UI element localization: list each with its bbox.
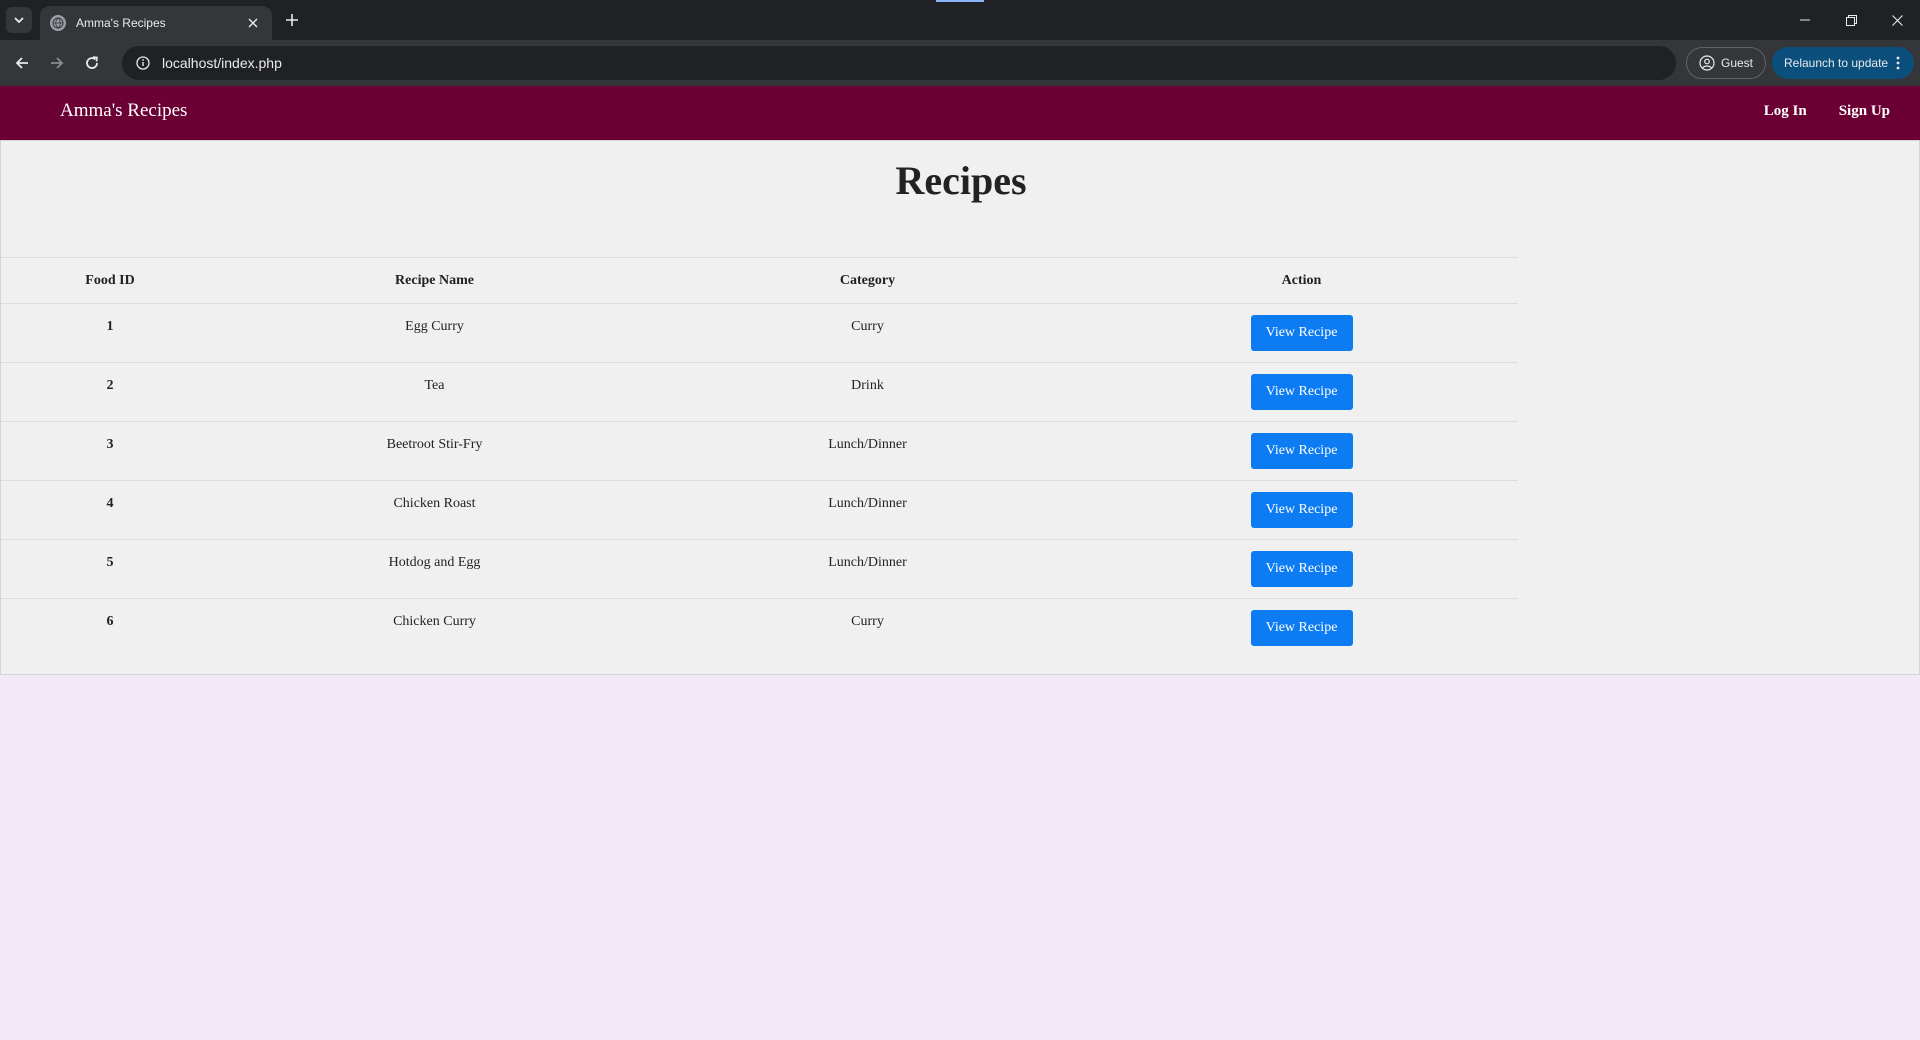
view-recipe-button[interactable]: View Recipe (1250, 374, 1353, 410)
category-cell: Lunch/Dinner (650, 539, 1085, 599)
plus-icon (286, 14, 298, 26)
view-recipe-button[interactable]: View Recipe (1250, 492, 1353, 528)
login-link[interactable]: Log In (1764, 103, 1807, 120)
tab-search-button[interactable] (6, 7, 32, 33)
globe-icon (50, 15, 66, 31)
address-bar[interactable]: localhost/index.php (122, 46, 1676, 80)
view-recipe-button[interactable]: View Recipe (1250, 610, 1353, 646)
table-row: 6 Chicken Curry Curry View Recipe (1, 598, 1518, 658)
action-cell: View Recipe (1085, 539, 1518, 599)
more-vert-icon (1896, 56, 1900, 70)
new-tab-button[interactable] (280, 8, 304, 32)
recipe-name-cell: Hotdog and Egg (219, 539, 650, 599)
relaunch-label: Relaunch to update (1784, 56, 1889, 70)
browser-toolbar: localhost/index.php Guest Relaunch to up… (0, 40, 1920, 86)
reload-button[interactable] (80, 51, 104, 75)
profile-icon (1699, 55, 1715, 71)
food-id-cell: 5 (1, 539, 219, 599)
table-row: 2 Tea Drink View Recipe (1, 362, 1518, 422)
action-cell: View Recipe (1085, 598, 1518, 658)
tab-title: Amma's Recipes (76, 16, 166, 30)
browser-tab-bar: Amma's Recipes (0, 0, 1920, 40)
close-icon (1891, 14, 1903, 26)
browser-tab[interactable]: Amma's Recipes (40, 6, 272, 40)
food-id-cell: 4 (1, 480, 219, 540)
restore-icon (1845, 14, 1857, 26)
category-cell: Curry (650, 303, 1085, 363)
content-card: Recipes Food ID Recipe Name Category Act… (0, 140, 1920, 675)
arrow-left-icon (15, 57, 28, 69)
action-cell: View Recipe (1085, 303, 1518, 363)
view-recipe-button[interactable]: View Recipe (1250, 551, 1353, 587)
forward-button[interactable] (45, 51, 69, 75)
category-cell: Drink (650, 362, 1085, 422)
page-title: Recipes (895, 158, 1027, 203)
table-row: 4 Chicken Roast Lunch/Dinner View Recipe (1, 480, 1518, 540)
recipe-name-cell: Egg Curry (219, 303, 650, 363)
signup-link[interactable]: Sign Up (1839, 103, 1890, 120)
url-text: localhost/index.php (162, 55, 282, 71)
back-button[interactable] (10, 51, 34, 75)
column-header: Food ID (1, 257, 219, 304)
category-cell: Lunch/Dinner (650, 480, 1085, 540)
action-cell: View Recipe (1085, 480, 1518, 540)
close-icon[interactable] (244, 14, 262, 32)
column-header: Recipe Name (219, 257, 650, 304)
recipe-name-cell: Chicken Roast (219, 480, 650, 540)
guest-label: Guest (1720, 56, 1753, 70)
drag-accent (936, 0, 984, 2)
table-row: 5 Hotdog and Egg Lunch/Dinner View Recip… (1, 539, 1518, 599)
window-controls (1782, 0, 1920, 40)
food-id-cell: 1 (1, 303, 219, 363)
column-header: Action (1085, 257, 1518, 304)
view-recipe-button[interactable]: View Recipe (1250, 315, 1353, 351)
column-header: Category (650, 257, 1085, 304)
recipe-name-cell: Beetroot Stir-Fry (219, 421, 650, 481)
view-recipe-button[interactable]: View Recipe (1250, 433, 1353, 469)
food-id-cell: 2 (1, 362, 219, 422)
arrow-right-icon (51, 57, 64, 69)
recipe-name-cell: Chicken Curry (219, 598, 650, 658)
chevron-down-icon (14, 17, 24, 24)
food-id-cell: 3 (1, 421, 219, 481)
category-cell: Lunch/Dinner (650, 421, 1085, 481)
site-brand[interactable]: Amma's Recipes (60, 100, 187, 122)
recipe-name-cell: Tea (219, 362, 650, 422)
minimize-icon (1800, 19, 1810, 21)
table-row: 3 Beetroot Stir-Fry Lunch/Dinner View Re… (1, 421, 1518, 481)
category-cell: Curry (650, 598, 1085, 658)
restore-button[interactable] (1828, 0, 1874, 40)
table-header-row: Food ID Recipe Name Category Action (1, 257, 1518, 304)
close-window-button[interactable] (1874, 0, 1920, 40)
table-row: 1 Egg Curry Curry View Recipe (1, 303, 1518, 363)
recipes-table: Food ID Recipe Name Category Action 1 Eg… (1, 257, 1518, 658)
reload-icon (86, 56, 98, 69)
site-info-icon[interactable] (132, 52, 154, 74)
action-cell: View Recipe (1085, 421, 1518, 481)
action-cell: View Recipe (1085, 362, 1518, 422)
relaunch-button[interactable]: Relaunch to update (1772, 47, 1914, 79)
nav-links: Log In Sign Up (1764, 103, 1890, 120)
minimize-button[interactable] (1782, 0, 1828, 40)
site-navbar: Amma's Recipes Log In Sign Up (0, 86, 1920, 140)
food-id-cell: 6 (1, 598, 219, 658)
guest-profile-button[interactable]: Guest (1686, 47, 1766, 79)
